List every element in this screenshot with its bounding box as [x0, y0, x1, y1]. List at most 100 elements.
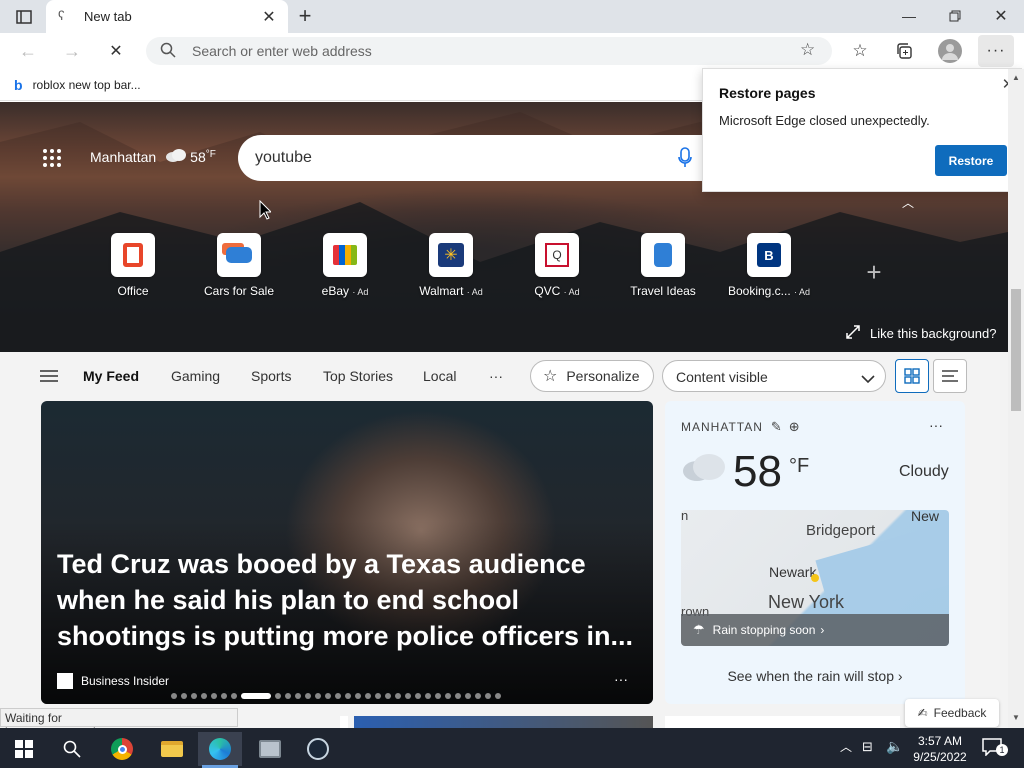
menu-icon[interactable]: [40, 369, 58, 383]
map-label: Newark: [769, 564, 817, 580]
popup-title: Restore pages: [719, 85, 816, 101]
booking-icon: B: [757, 243, 781, 267]
bing-icon: b: [14, 77, 23, 93]
article-headline: Ted Cruz was booed by a Texas audience w…: [57, 549, 634, 651]
tab-sports[interactable]: Sports: [251, 368, 291, 384]
content-visible-dropdown[interactable]: Content visible: [662, 360, 886, 392]
clock-time: 3:57 AM: [917, 734, 963, 748]
close-window-button[interactable]: ✕: [988, 4, 1014, 28]
quick-link-label: QVC: [534, 284, 561, 298]
quick-link-office[interactable]: Office: [88, 233, 178, 298]
tab-title: New tab: [84, 9, 132, 24]
apps-launcher-icon[interactable]: [42, 148, 62, 168]
web-search-box[interactable]: youtube: [238, 135, 708, 181]
restore-window-button[interactable]: [942, 4, 968, 28]
mouse-cursor: [259, 199, 273, 225]
quick-link-qvc[interactable]: Q QVC · Ad: [512, 233, 602, 298]
car-icon: [226, 247, 252, 263]
start-button[interactable]: [2, 732, 46, 766]
weather-temp: 58: [733, 447, 782, 496]
quick-link-walmart[interactable]: ✳ Walmart · Ad: [406, 233, 496, 298]
tab-local[interactable]: Local: [423, 368, 456, 384]
see-rain-link[interactable]: See when the rain will stop ›: [665, 668, 965, 684]
address-bar[interactable]: Search or enter web address ☆: [146, 37, 832, 65]
article-source[interactable]: Business Insider: [57, 673, 169, 689]
weather-more-icon[interactable]: ···: [929, 417, 943, 433]
article-card[interactable]: Ted Cruz was booed by a Texas audience w…: [41, 401, 653, 704]
search-icon: [160, 42, 176, 63]
tab-new-tab[interactable]: ʕ New tab ✕: [46, 0, 288, 33]
add-shortcut-icon[interactable]: +: [860, 257, 888, 287]
steam-icon[interactable]: [296, 732, 340, 766]
rain-banner[interactable]: ☂ Rain stopping soon ›: [681, 614, 949, 646]
list-view-button[interactable]: [933, 359, 967, 393]
like-background-link[interactable]: Like this background?: [846, 325, 996, 342]
qvc-icon: Q: [545, 243, 569, 267]
more-tabs-icon[interactable]: ···: [489, 368, 503, 384]
new-tab-button[interactable]: +: [292, 3, 318, 28]
quick-link-travel[interactable]: Travel Ideas: [618, 233, 708, 298]
weather-location: MANHATTAN: [681, 420, 763, 434]
weather-header: MANHATTAN ✎ ⊕: [681, 419, 801, 435]
close-tab-icon[interactable]: ✕: [260, 8, 278, 26]
favorite-item-label: roblox new top bar...: [32, 78, 141, 92]
next-card-image[interactable]: [354, 716, 653, 728]
network-icon[interactable]: ⊟: [862, 739, 873, 755]
globe-icon[interactable]: ⊕: [789, 419, 801, 435]
walmart-icon: ✳: [438, 243, 464, 267]
chrome-icon[interactable]: [100, 732, 144, 766]
minimize-button[interactable]: —: [896, 4, 922, 28]
edit-icon[interactable]: ✎: [771, 419, 783, 435]
volume-icon[interactable]: 🔈: [886, 738, 903, 755]
weather-map[interactable]: Bridgeport New Newark New York n rown ☂ …: [681, 510, 949, 646]
article-more-icon[interactable]: ···: [614, 671, 628, 687]
chevron-right-icon: ›: [897, 668, 903, 684]
forward-button[interactable]: →: [58, 40, 86, 62]
favorites-icon[interactable]: ☆: [848, 40, 872, 62]
profile-avatar[interactable]: [938, 39, 962, 63]
tab-actions-icon[interactable]: [10, 6, 38, 28]
hero-weather[interactable]: Manhattan 58 °F: [90, 148, 216, 165]
settings-menu-button[interactable]: ···: [978, 35, 1014, 67]
notification-button[interactable]: 1: [982, 738, 1008, 758]
ad-badge: · Ad: [563, 287, 580, 297]
add-favorite-icon[interactable]: ☆: [800, 40, 815, 60]
back-button[interactable]: ←: [14, 40, 42, 62]
grid-view-button[interactable]: [895, 359, 929, 393]
favorite-item[interactable]: b roblox new top bar...: [14, 76, 141, 94]
collections-icon[interactable]: [892, 40, 916, 62]
stop-loading-button[interactable]: ✕: [102, 40, 130, 62]
office-icon: [123, 243, 143, 267]
tab-top-stories[interactable]: Top Stories: [323, 368, 393, 384]
collapse-icon[interactable]: ︿: [898, 194, 918, 210]
see-rain-text: See when the rain will stop: [727, 668, 894, 684]
carousel-dots[interactable]: [171, 693, 501, 699]
edge-icon[interactable]: [198, 732, 242, 766]
clock[interactable]: 3:57 AM 9/25/2022: [908, 733, 972, 765]
feedback-button[interactable]: ✍ Feedback: [905, 699, 999, 727]
quick-link-label: Office: [117, 284, 149, 298]
scroll-down-icon[interactable]: ▼: [1012, 713, 1020, 722]
address-placeholder: Search or enter web address: [192, 43, 372, 59]
source-name: Business Insider: [81, 674, 170, 688]
scroll-up-icon[interactable]: ▲: [1012, 73, 1020, 82]
quick-link-cars[interactable]: Cars for Sale: [194, 233, 284, 298]
next-card-right[interactable]: [665, 716, 900, 728]
tab-gaming[interactable]: Gaming: [171, 368, 220, 384]
restore-button[interactable]: Restore: [935, 145, 1007, 176]
tab-my-feed[interactable]: My Feed: [83, 368, 139, 384]
loading-icon: ʕ: [58, 8, 65, 23]
file-explorer-icon[interactable]: [150, 732, 194, 766]
scrollbar[interactable]: ▲ ▼: [1008, 69, 1024, 728]
search-taskbar-icon[interactable]: [50, 732, 94, 766]
personalize-button[interactable]: ☆ Personalize: [530, 360, 654, 392]
scroll-thumb[interactable]: [1011, 289, 1021, 411]
quick-link-label: Travel Ideas: [630, 284, 696, 298]
tray-chevron-icon[interactable]: ︿: [840, 738, 852, 755]
app-icon[interactable]: [248, 732, 292, 766]
next-card-left[interactable]: [340, 716, 348, 728]
weather-card[interactable]: MANHATTAN ✎ ⊕ ··· 58 °F Cloudy Bridgepor…: [665, 401, 965, 704]
quick-link-booking[interactable]: B Booking.c... · Ad: [724, 233, 814, 298]
microphone-icon[interactable]: [678, 147, 692, 174]
quick-link-ebay[interactable]: eBay · Ad: [300, 233, 390, 298]
